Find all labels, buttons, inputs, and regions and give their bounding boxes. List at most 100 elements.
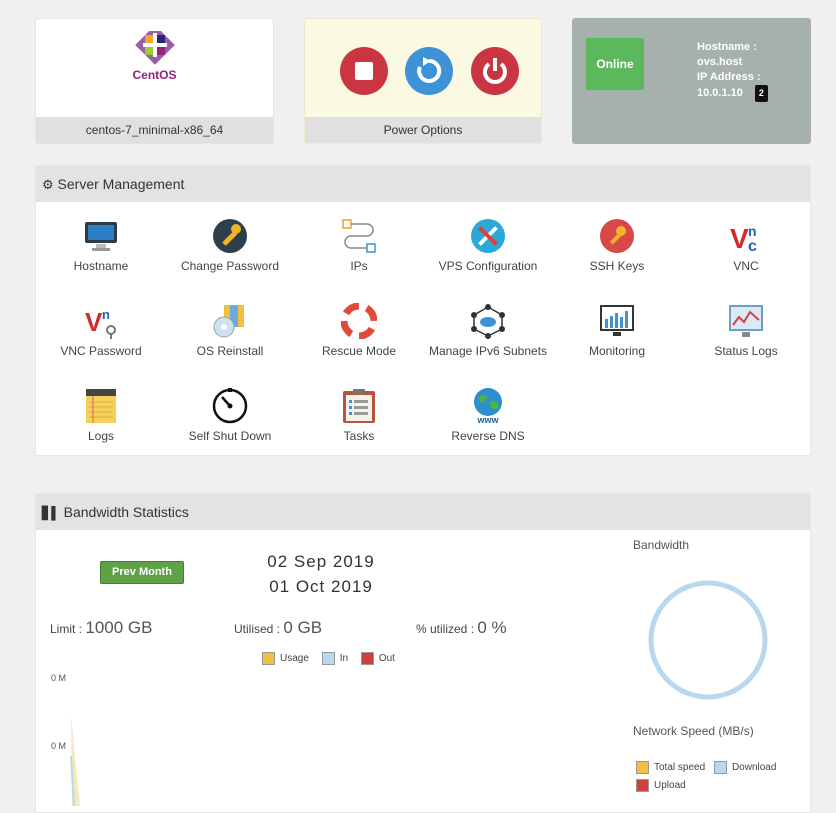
change-password-item[interactable]: Change Password (165, 216, 295, 273)
vnc-password-item[interactable]: Vn VNC Password (36, 301, 166, 358)
reverse-dns-item-label: Reverse DNS (451, 429, 525, 443)
rescue-mode-item-label: Rescue Mode (321, 344, 397, 358)
svg-text:n: n (102, 307, 110, 322)
vnc-icon: Vnc (730, 223, 757, 254)
bandwidth-header: ▋▌ Bandwidth Statistics (36, 494, 810, 530)
gear-icon: ⚙ (42, 177, 54, 192)
host-info: Hostname : ovs.host IP Address : 10.0.1.… (697, 40, 768, 102)
self-shut-down-item[interactable]: Self Shut Down (165, 386, 295, 443)
utilized-pct-stat: % utilized : 0 % (416, 618, 507, 638)
tools-icon (471, 219, 505, 253)
upload-swatch (636, 779, 649, 792)
restart-button[interactable] (405, 47, 453, 95)
usage-chart-area (70, 716, 80, 806)
total-speed-swatch (636, 761, 649, 774)
power-icon (483, 58, 507, 84)
reverse-dns-item[interactable]: www Reverse DNS (423, 386, 553, 443)
limit-value: 1000 GB (85, 618, 153, 637)
status-logs-item-label: Status Logs (714, 344, 778, 358)
network-speed-title: Network Speed (MB/s) (633, 724, 754, 738)
self-shut-down-item-label: Self Shut Down (188, 429, 272, 443)
centos-logo-text: CentOS (132, 68, 177, 82)
power-options-label: Power Options (305, 117, 541, 143)
monitoring-icon (600, 305, 634, 336)
os-label: centos-7_minimal-x86_64 (36, 117, 273, 143)
out-swatch (360, 652, 374, 665)
legend-out[interactable]: Out (360, 652, 395, 665)
utilized-pct-label: % utilized : (416, 622, 475, 636)
utilized-pct-value: 0 % (477, 618, 507, 637)
hostname-item[interactable]: Hostname (36, 216, 166, 273)
limit-stat: Limit : 1000 GB (50, 618, 152, 638)
usage-legend-label: Usage (280, 653, 309, 665)
ip-count-badge[interactable]: 2 (754, 85, 768, 102)
out-legend-label: Out (378, 653, 395, 665)
os-card: CentOS centos-7_minimal-x86_64 (35, 18, 274, 144)
ssh-keys-item-label: SSH Keys (589, 259, 645, 273)
usage-swatch (262, 652, 275, 665)
legend-usage[interactable]: Usage (262, 652, 309, 665)
ssh-key-icon (600, 219, 634, 253)
legend-upload[interactable]: Upload (636, 779, 776, 792)
vnc-item[interactable]: Vnc VNC (681, 216, 811, 273)
ip-row: 10.0.1.10 2 (697, 85, 768, 102)
clipboard-icon (343, 389, 375, 423)
in-swatch (321, 652, 335, 665)
status-card: Online Hostname : ovs.host IP Address : … (572, 18, 811, 144)
status-badge: Online (586, 38, 644, 90)
rescue-mode-item[interactable]: Rescue Mode (294, 301, 424, 358)
ip-value: 10.0.1.10 (697, 87, 743, 99)
stop-icon (355, 62, 373, 80)
speed-legend: Total speed Download Upload (636, 761, 776, 792)
restart-icon (417, 57, 442, 83)
vps-configuration-item[interactable]: VPS Configuration (423, 216, 553, 273)
hostname-value: ovs.host (697, 56, 743, 68)
vnc-password-icon: Vn (85, 307, 116, 339)
legend-total-speed[interactable]: Total speed (636, 761, 706, 774)
upload-label: Upload (654, 780, 686, 792)
vnc-password-item-label: VNC Password (60, 344, 142, 358)
logs-item[interactable]: Logs (36, 386, 166, 443)
svg-text:V: V (730, 223, 749, 254)
stop-button[interactable] (340, 47, 388, 95)
bandwidth-panel: ▋▌ Bandwidth Statistics Prev Month 02 Se… (35, 493, 811, 813)
manage-ipv6-item[interactable]: Manage IPv6 Subnets (423, 301, 553, 358)
change-password-item-label: Change Password (180, 259, 280, 273)
utilised-label: Utilised : (234, 622, 281, 636)
bar-chart-icon: ▋▌ (42, 506, 60, 520)
legend-download[interactable]: Download (713, 761, 777, 774)
in-legend-label: In (339, 653, 349, 665)
date-range: 02 Sep 2019 01 Oct 2019 (251, 549, 391, 599)
server-management-title: Server Management (57, 176, 185, 192)
tasks-item-label: Tasks (343, 429, 375, 443)
hostname-item-label: Hostname (73, 259, 129, 273)
os-reinstall-item[interactable]: OS Reinstall (165, 301, 295, 358)
utilised-value: 0 GB (283, 618, 323, 637)
monitoring-item[interactable]: Monitoring (552, 301, 682, 358)
power-off-button[interactable] (471, 47, 519, 95)
os-reinstall-icon (213, 305, 244, 338)
server-management-panel: ⚙ Server Management Hostname Change Pass… (35, 165, 811, 456)
ssh-keys-item[interactable]: SSH Keys (552, 216, 682, 273)
os-reinstall-item-label: OS Reinstall (196, 344, 264, 358)
status-logs-icon (729, 305, 763, 337)
key-icon (213, 219, 247, 253)
svg-text:n: n (748, 223, 757, 239)
globe-www-icon: www (474, 388, 502, 425)
legend-in[interactable]: In (321, 652, 349, 665)
status-logs-item[interactable]: Status Logs (681, 301, 811, 358)
date-to: 01 Oct 2019 (269, 577, 373, 596)
ips-item[interactable]: IPs (294, 216, 424, 273)
download-label: Download (731, 762, 777, 774)
tasks-item[interactable]: Tasks (294, 386, 424, 443)
bandwidth-donut (648, 580, 768, 700)
utilised-stat: Utilised : 0 GB (234, 618, 322, 638)
svg-text:www: www (476, 415, 499, 425)
prev-month-button[interactable]: Prev Month (100, 561, 184, 584)
server-management-header: ⚙ Server Management (36, 166, 810, 202)
monitoring-item-label: Monitoring (588, 344, 646, 358)
y-tick: 0 M (51, 741, 67, 751)
download-swatch (713, 761, 727, 774)
total-speed-label: Total speed (654, 762, 706, 774)
centos-logo: CentOS (36, 25, 273, 82)
